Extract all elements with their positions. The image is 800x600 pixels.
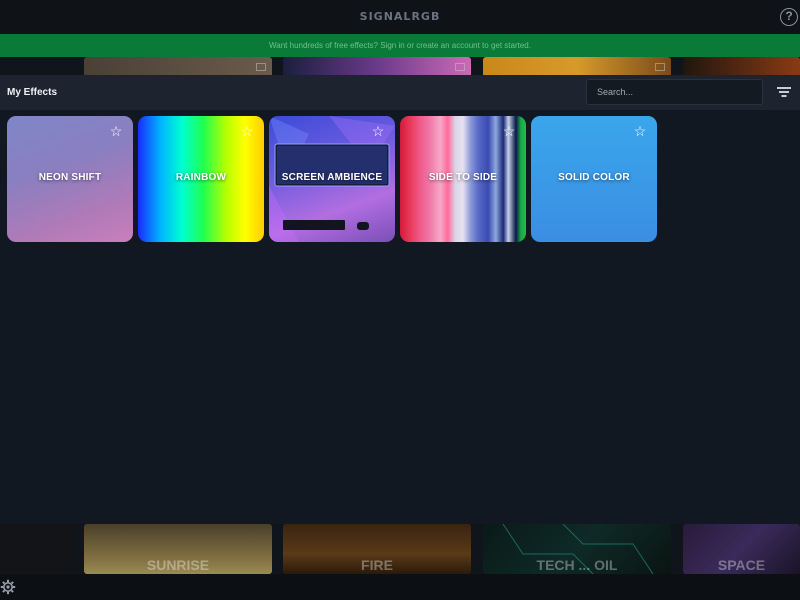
effect-label: RAINBOW — [175, 172, 227, 183]
background-card — [84, 57, 272, 77]
panel-header: My Effects — [0, 76, 800, 110]
background-card-sunrise: SUNRISE — [84, 524, 272, 574]
edit-icon — [256, 63, 266, 71]
background-card — [683, 57, 800, 77]
background-card — [483, 57, 671, 77]
favorite-star-icon[interactable]: ☆ — [109, 124, 123, 138]
brand-logo: SIGNALRGB — [359, 10, 441, 23]
signalrgb-app: SIGNALRGB ? Want hundreds of free effect… — [0, 0, 800, 600]
effect-label: SIDE TO SIDE — [428, 172, 498, 183]
background-gallery-top — [0, 57, 800, 77]
background-card — [0, 524, 76, 574]
edit-icon — [455, 63, 465, 71]
effect-card-solid-color[interactable]: ☆ SOLID COLOR — [531, 116, 657, 242]
background-card-fire: FIRE — [283, 524, 471, 574]
background-gallery-bottom: SUNRISE FIRE TECH ... OIL SPACE — [0, 524, 800, 574]
background-card-label: SUNRISE — [146, 557, 210, 573]
effect-label: SOLID COLOR — [558, 172, 630, 183]
my-effects-panel: My Effects ☆ NEON SHIFT ☆ RAINBOW — [0, 75, 800, 524]
gear-icon[interactable] — [0, 579, 16, 595]
favorite-star-icon[interactable]: ☆ — [371, 124, 385, 138]
sign-in-banner[interactable]: Want hundreds of free effects? Sign in o… — [0, 34, 800, 57]
effect-card-screen-ambience[interactable]: ☆ SCREEN AMBIENCE — [269, 116, 395, 242]
effect-card-neon-shift[interactable]: ☆ NEON SHIFT — [7, 116, 133, 242]
background-card — [283, 57, 471, 77]
favorite-star-icon[interactable]: ☆ — [633, 124, 647, 138]
background-card-label: TECH ... OIL — [536, 557, 618, 573]
help-icon[interactable]: ? — [780, 8, 798, 26]
panel-title: My Effects — [7, 87, 58, 98]
background-card-tech-oil: TECH ... OIL — [483, 524, 671, 574]
effect-card-rainbow[interactable]: ☆ RAINBOW — [138, 116, 264, 242]
edit-icon — [655, 63, 665, 71]
banner-text[interactable]: Want hundreds of free effects? Sign in o… — [0, 34, 800, 57]
favorite-star-icon[interactable]: ☆ — [240, 124, 254, 138]
top-bar: SIGNALRGB ? — [0, 0, 800, 34]
favorite-star-icon[interactable]: ☆ — [502, 124, 516, 138]
status-bar — [0, 574, 800, 600]
effect-label: SCREEN AMBIENCE — [281, 172, 383, 183]
effect-card-side-to-side[interactable]: ☆ SIDE TO SIDE — [400, 116, 526, 242]
background-card-label: SPACE — [717, 557, 766, 573]
search-input[interactable] — [586, 79, 763, 105]
background-card-label: FIRE — [361, 557, 393, 573]
filter-lines-icon[interactable] — [777, 86, 791, 98]
background-card-space: SPACE — [683, 524, 800, 574]
effect-label: NEON SHIFT — [38, 172, 102, 183]
